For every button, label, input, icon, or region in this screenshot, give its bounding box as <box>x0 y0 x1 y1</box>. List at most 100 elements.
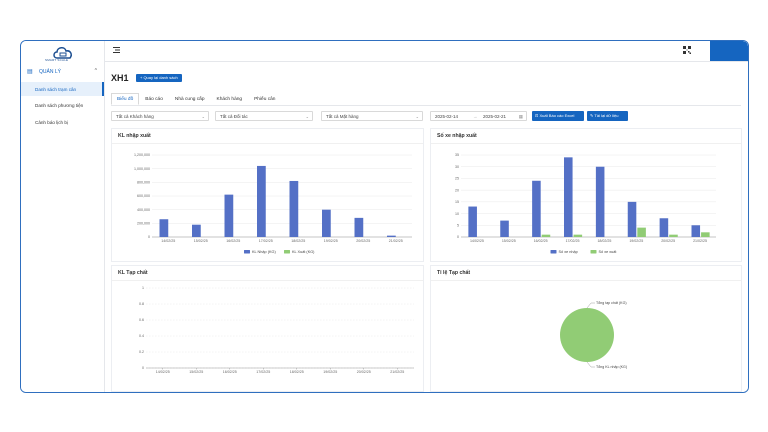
legend-label: KL Xuất (KG) <box>292 250 315 254</box>
x-tick-label: 17/02/25 <box>259 239 273 243</box>
vehicle-bar-chart: 0 5 10 15 20 25 30 35 14/02/25 15/02/25 16/02/25 17… <box>455 153 716 254</box>
document-icon: ▤ <box>27 68 33 75</box>
bar <box>701 232 710 237</box>
bar <box>564 157 573 237</box>
tab-customers[interactable]: Khách hàng <box>211 93 249 105</box>
partner-select-value: Tất cả Đối tác <box>220 114 248 119</box>
panel-impurity-chart: KL Tạp chất 0 0.2 0.4 0.6 0.8 1 14/02/25 15/02/… <box>111 265 424 392</box>
sidebar-item-label: Danh sách phương tiện <box>35 102 84 108</box>
y-tick-label: 200,000 <box>137 222 150 226</box>
x-tick-label: 18/02/25 <box>597 239 611 243</box>
pie-leader-line <box>586 361 595 368</box>
impurity-ratio-title: Tỉ lệ Tạp chất <box>437 270 471 276</box>
bar <box>627 201 637 237</box>
vehicle-chart-title: Số xe nhập xuất <box>437 133 477 139</box>
bar <box>192 224 201 237</box>
sidebar-item-weigh-stations[interactable]: Danh sách trạm cân <box>21 82 104 96</box>
arrow-right-icon: → <box>473 114 478 119</box>
x-tick-label: 19/02/25 <box>324 239 338 243</box>
tab-charts[interactable]: Biểu đồ <box>111 93 140 105</box>
y-tick-label: 800,000 <box>137 181 150 185</box>
user-area[interactable] <box>710 41 748 61</box>
date-range-picker[interactable]: 2025-02-14 → 2025-02-21 ▦ <box>430 111 527 121</box>
x-tick-label: 17/02/25 <box>256 370 270 374</box>
x-tick-label: 21/02/25 <box>389 239 403 243</box>
product-select[interactable]: Tất cả Mặt hàng ⌄ <box>321 111 423 121</box>
bar <box>159 219 169 237</box>
impurity-pie-chart: Tổng tạp chất (KG) Tổng KL nhập (KG) <box>560 301 627 369</box>
x-tick-label: 18/02/25 <box>290 370 304 374</box>
sidebar: SMART SCALE ▤ QUẢN LÝ ^ Danh sách trạm c… <box>21 41 105 392</box>
chevron-up-icon: ^ <box>94 68 97 74</box>
x-tick-label: 19/02/25 <box>323 370 337 374</box>
bar <box>541 234 551 237</box>
x-tick-label: 15/02/25 <box>502 239 516 243</box>
sidebar-group-manage[interactable]: ▤ QUẢN LÝ ^ <box>21 66 104 77</box>
bar <box>500 220 509 237</box>
tab-weigh-tickets[interactable]: Phiếu cân <box>248 93 281 105</box>
product-select-value: Tất cả Mặt hàng <box>326 114 359 119</box>
pie-leader-line <box>586 302 595 309</box>
legend-label: Số xe nhập <box>559 250 578 254</box>
x-tick-label: 17/02/25 <box>566 239 580 243</box>
pie-label: Tổng tạp chất (KG) <box>596 301 627 305</box>
logo-text: SMART SCALE <box>45 58 69 62</box>
y-tick-label: 5 <box>457 223 459 227</box>
reload-data-button[interactable]: ✎ Tải lại dữ liệu <box>587 111 628 121</box>
bar <box>595 166 605 237</box>
x-tick-label: 15/02/25 <box>194 239 208 243</box>
x-tick-label: 14/02/25 <box>156 370 170 374</box>
x-tick-label: 14/02/25 <box>470 239 484 243</box>
bar <box>468 206 477 237</box>
bar <box>257 165 266 237</box>
y-tick-label: 30 <box>455 165 459 169</box>
legend-label: Số xe xuất <box>599 250 618 254</box>
x-tick-label: 21/02/25 <box>390 370 404 374</box>
x-tick-label: 20/02/25 <box>356 239 370 243</box>
x-tick-label: 20/02/25 <box>661 239 675 243</box>
y-tick-label: 0.4 <box>139 334 144 338</box>
customer-select[interactable]: Tất cả Khách hàng ⌄ <box>111 111 209 121</box>
legend-swatch <box>244 250 250 254</box>
pie-slice <box>560 308 614 362</box>
date-to: 2025-02-21 <box>483 114 507 119</box>
sidebar-group-label: QUẢN LÝ <box>39 68 61 75</box>
legend-swatch <box>590 250 597 254</box>
tab-reports[interactable]: Báo cáo <box>139 93 169 105</box>
export-excel-button[interactable]: ⊡ Xuất Báo cáo Excel <box>532 111 584 121</box>
app-frame: SMART SCALE ▤ QUẢN LÝ ^ Danh sách trạm c… <box>20 40 749 393</box>
y-tick-label: 10 <box>455 212 459 216</box>
chevron-down-icon: ⌄ <box>201 114 205 119</box>
sidebar-item-alerts[interactable]: Cảnh báo lịch bị <box>21 115 104 129</box>
x-tick-label: 16/02/25 <box>226 239 240 243</box>
page-title: XH1 <box>111 73 129 83</box>
date-from: 2025-02-14 <box>435 114 459 119</box>
y-tick-label: 0 <box>148 235 150 239</box>
partner-select[interactable]: Tất cả Đối tác ⌄ <box>215 111 313 121</box>
tab-suppliers[interactable]: Nhà cung cấp <box>169 93 211 105</box>
menu-icon[interactable] <box>113 47 120 53</box>
panel-weight-chart: KL nhập xuất 0 200,000 400,000 600,000 800,0… <box>111 128 424 262</box>
y-tick-label: 0 <box>142 366 144 370</box>
bar <box>659 218 669 237</box>
y-tick-label: 15 <box>455 200 459 204</box>
reload-data-label: Tải lại dữ liệu <box>594 113 619 118</box>
x-tick-label: 19/02/25 <box>629 239 643 243</box>
main-content: XH1 + Quay lại danh sách Biểu đồ Báo cáo… <box>105 62 748 392</box>
bar <box>637 227 646 237</box>
pie-label: Tổng KL nhập (KG) <box>596 365 627 369</box>
panel-vehicle-chart: Số xe nhập xuất 0 5 10 15 20 25 30 35 14/02/25 15… <box>430 128 742 262</box>
bar <box>691 225 701 237</box>
y-tick-label: 35 <box>455 153 459 157</box>
qr-code-icon[interactable] <box>683 46 691 54</box>
y-tick-label: 0.6 <box>139 318 144 322</box>
sidebar-item-vehicles[interactable]: Danh sách phương tiện <box>21 98 104 112</box>
impurity-chart-title: KL Tạp chất <box>118 270 148 276</box>
bar <box>224 194 234 237</box>
back-to-list-button[interactable]: + Quay lại danh sách <box>136 74 182 82</box>
export-excel-label: Xuất Báo cáo Excel <box>539 113 575 118</box>
x-tick-label: 15/02/25 <box>189 370 203 374</box>
sidebar-item-label: Cảnh báo lịch bị <box>35 119 68 125</box>
panel-impurity-ratio: Tỉ lệ Tạp chất Tổng tạp chất (KG) Tổng KL… <box>430 265 742 392</box>
bar <box>532 180 541 237</box>
